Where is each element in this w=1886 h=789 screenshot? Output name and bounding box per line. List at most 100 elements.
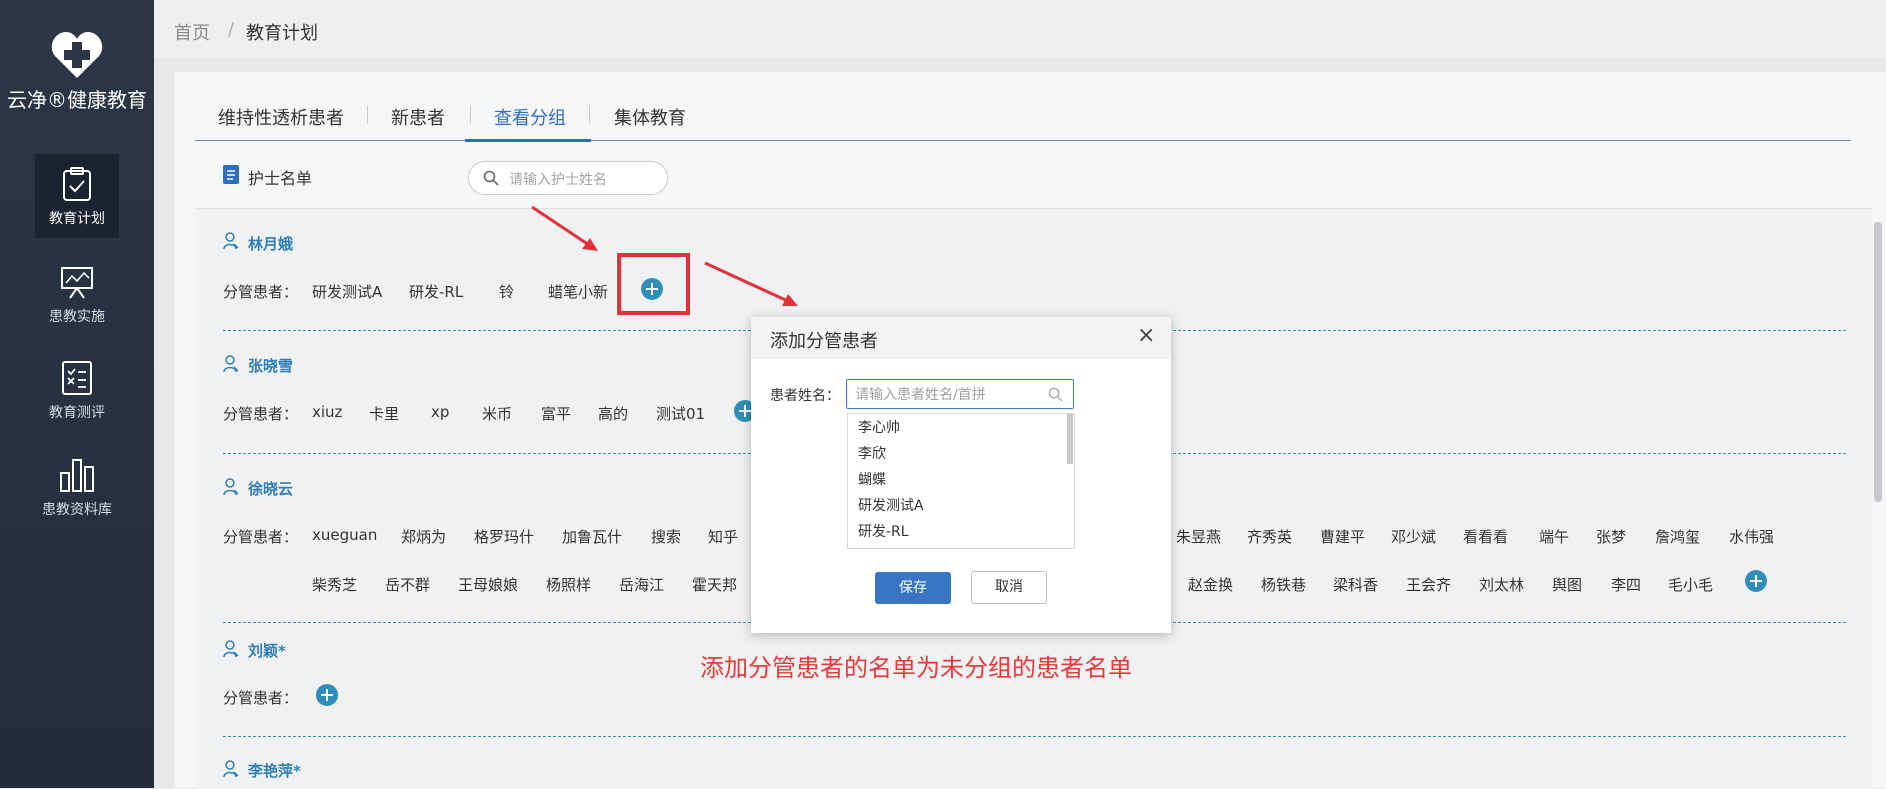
- sidebar-item-implementation[interactable]: 患教实施: [35, 252, 119, 336]
- patient-tag: 朱昱燕: [1176, 528, 1222, 546]
- nurse-icon: [223, 640, 239, 658]
- patient-tag: 赵金换: [1188, 576, 1234, 594]
- tab-new-patients[interactable]: 新患者: [391, 104, 445, 130]
- sidebar-item-label: 患教实施: [49, 309, 105, 325]
- tab-divider: [589, 106, 590, 124]
- patient-tag: 邓少斌: [1391, 528, 1437, 546]
- nurse-name: 张晓雪: [248, 357, 294, 375]
- nurse-icon: [223, 355, 239, 373]
- patient-tag: 李四: [1611, 576, 1642, 594]
- patient-tag: 高的: [598, 405, 629, 423]
- nurse-icon: [223, 232, 239, 250]
- patient-tag: 卡里: [369, 405, 400, 423]
- tab-divider: [470, 106, 471, 124]
- assigned-patients-label: 分管患者：: [223, 283, 299, 301]
- patient-tag: 加鲁瓦什: [562, 528, 623, 546]
- patient-tag: 测试01: [656, 405, 706, 423]
- nurse-name: 林月娥: [248, 235, 294, 253]
- patient-tag: 杨铁巷: [1261, 576, 1307, 594]
- patient-search-field[interactable]: [846, 379, 1074, 409]
- patient-tag: 曹建平: [1320, 528, 1366, 546]
- assigned-patients-label: 分管患者：: [223, 689, 299, 707]
- patient-options-dropdown: 李心帅 李欣 蝴蝶 研发测试A 研发-RL: [847, 413, 1075, 549]
- search-icon: [483, 170, 499, 186]
- cancel-button[interactable]: 取消: [971, 571, 1047, 604]
- patient-tag: 铃: [499, 283, 515, 301]
- checklist-icon: [62, 361, 92, 395]
- brand-name: 云净®健康教育: [7, 88, 147, 112]
- sidebar-item-label: 教育测评: [49, 405, 105, 421]
- assigned-patients-label: 分管患者：: [223, 528, 299, 546]
- tab-group-education[interactable]: 集体教育: [614, 104, 686, 130]
- add-patient-plus-icon[interactable]: [1745, 570, 1767, 592]
- clipboard-check-icon: [63, 167, 91, 201]
- patient-tag: 水伟强: [1729, 528, 1775, 546]
- dropdown-option[interactable]: 李心帅: [858, 417, 900, 437]
- sidebar-item-library[interactable]: 患教资料库: [35, 445, 119, 529]
- patient-tag: 看看看: [1463, 528, 1509, 546]
- patient-tag: 王母娘娘: [458, 576, 519, 594]
- sidebar-item-education-plan[interactable]: 教育计划: [35, 154, 119, 238]
- dropdown-scrollbar[interactable]: [1067, 414, 1073, 464]
- search-placeholder: 请输入护士姓名: [509, 172, 607, 188]
- document-list-icon: [223, 165, 239, 184]
- dropdown-option[interactable]: 李欣: [858, 443, 886, 463]
- patient-tag: 研发测试A: [312, 283, 383, 301]
- dropdown-option[interactable]: 研发测试A: [858, 495, 924, 515]
- save-button[interactable]: 保存: [875, 572, 951, 604]
- patient-tag: 米币: [482, 405, 513, 423]
- patient-tag: 杨照样: [546, 576, 592, 594]
- breadcrumb: 首页 / 教育计划: [154, 0, 1886, 58]
- nurse-search-input[interactable]: 请输入护士姓名: [468, 161, 668, 195]
- assigned-patients-label: 分管患者：: [223, 405, 299, 423]
- tab-maintenance-dialysis[interactable]: 维持性透析患者: [218, 104, 344, 130]
- divider: [223, 736, 1846, 737]
- breadcrumb-home[interactable]: 首页: [174, 19, 210, 45]
- sidebar-item-label: 教育计划: [49, 211, 105, 227]
- patient-tag: 研发-RL: [409, 283, 464, 301]
- breadcrumb-separator: /: [228, 19, 235, 40]
- dropdown-option[interactable]: 研发-RL: [858, 521, 909, 541]
- tab-divider: [367, 106, 368, 124]
- breadcrumb-current: 教育计划: [246, 23, 318, 44]
- patient-tag: 柴秀芝: [312, 576, 358, 594]
- sidebar: 云净®健康教育 教育计划 患教实施 教育测评 患教资料库: [0, 0, 154, 788]
- patient-tag: xueguan: [312, 526, 378, 544]
- patient-tag: 端午: [1539, 528, 1570, 546]
- add-patient-plus-icon[interactable]: [316, 684, 338, 706]
- list-scrollbar[interactable]: [1874, 222, 1882, 502]
- nurse-icon: [223, 478, 239, 496]
- patient-search-input[interactable]: [853, 384, 1047, 406]
- sidebar-item-evaluation[interactable]: 教育测评: [35, 348, 119, 432]
- patient-name-label: 患者姓名：: [770, 388, 840, 404]
- patient-tag: 郑炳为: [401, 528, 447, 546]
- patient-tag: 齐秀英: [1247, 528, 1293, 546]
- nurse-icon: [223, 760, 239, 778]
- patient-tag: 毛小毛: [1668, 576, 1714, 594]
- patient-tag: 王会齐: [1406, 576, 1452, 594]
- modal-header: 添加分管患者 ×: [751, 317, 1171, 359]
- red-arrow-annotation: [531, 205, 798, 306]
- search-icon: [1048, 387, 1063, 402]
- patient-tag: 张梦: [1596, 528, 1627, 546]
- dropdown-option[interactable]: 蝴蝶: [858, 469, 886, 489]
- patient-tag: 刘太林: [1479, 576, 1525, 594]
- patient-tag: 舆图: [1552, 576, 1583, 594]
- modal-title: 添加分管患者: [770, 331, 878, 352]
- patient-tag: xp: [431, 403, 450, 421]
- close-icon[interactable]: ×: [1137, 323, 1155, 348]
- patient-tag: 霍天邦: [692, 576, 738, 594]
- patient-tag: xiuz: [312, 403, 343, 421]
- patient-tag: 詹鸿玺: [1655, 528, 1701, 546]
- tab-bar: 维持性透析患者 新患者 查看分组 集体教育: [195, 96, 1851, 141]
- add-patient-modal: 添加分管患者 × 患者姓名： 李心帅 李欣 蝴蝶 研发测试A 研发-RL 保存 …: [751, 317, 1171, 633]
- nurse-name: 李艳萍*: [248, 762, 301, 780]
- nurse-name: 徐晓云: [248, 480, 294, 498]
- tab-view-groups[interactable]: 查看分组: [494, 104, 566, 130]
- active-tab-indicator: [465, 139, 591, 142]
- patient-tag: 岳海江: [619, 576, 665, 594]
- annotation-text: 添加分管患者的名单为未分组的患者名单: [700, 654, 1132, 682]
- patient-tag: 搜索: [651, 528, 682, 546]
- patient-tag: 格罗玛什: [474, 528, 535, 546]
- nurse-list-title: 护士名单: [248, 169, 313, 188]
